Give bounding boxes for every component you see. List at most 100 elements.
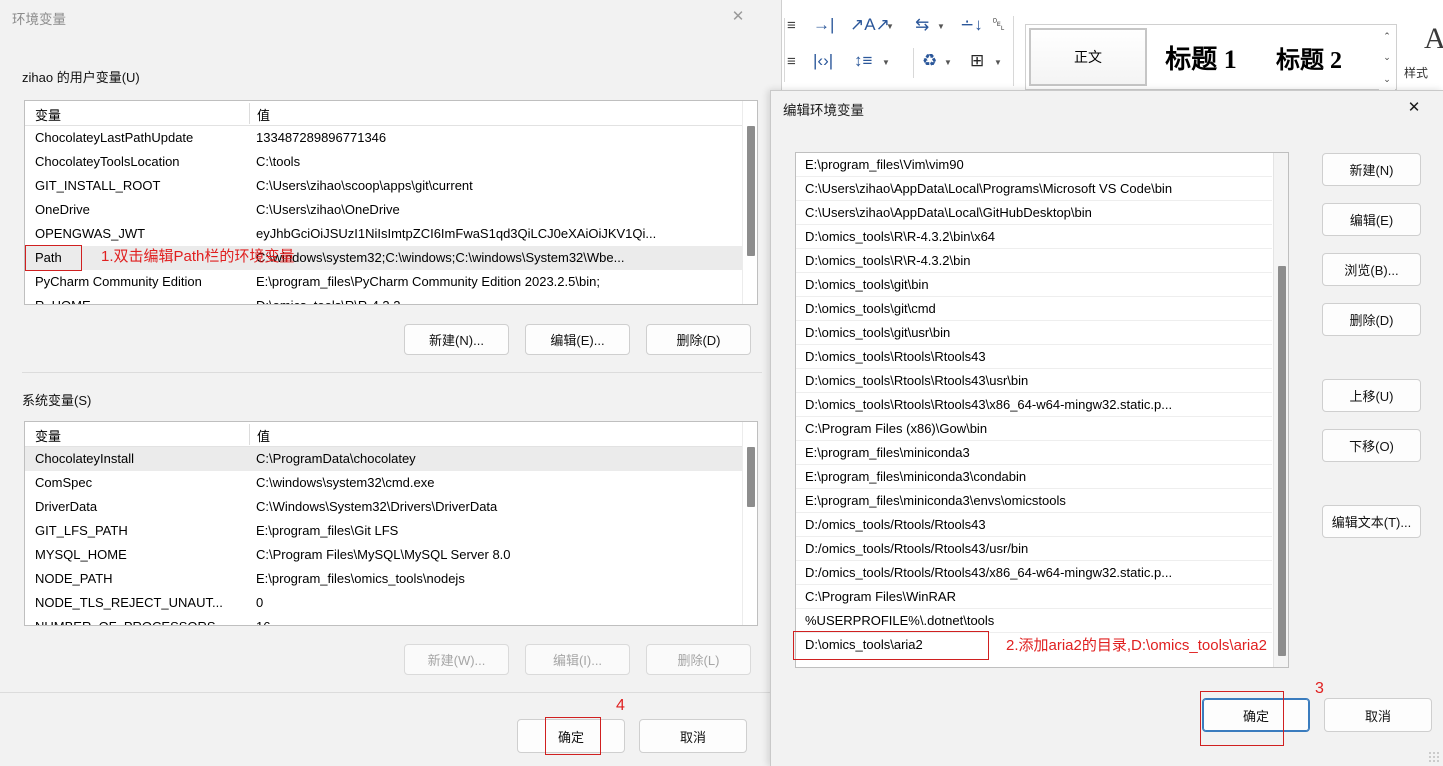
close-icon[interactable]: ✕ [715, 0, 761, 32]
style-heading-2[interactable]: 标题 2 [1255, 28, 1363, 86]
list-item[interactable]: E:\program_files\Vim\vim90 [796, 153, 1272, 177]
list-item[interactable]: C:\Users\zihao\AppData\Local\GitHubDeskt… [796, 201, 1272, 225]
list-item[interactable]: D:/omics_tools/Rtools/Rtools43 [796, 513, 1272, 537]
list-item[interactable]: D:/omics_tools/Rtools/Rtools43/usr/bin [796, 537, 1272, 561]
user-delete-button[interactable]: 删除(D) [646, 324, 751, 355]
show-formatting-marks-icon[interactable]: ␡ [992, 16, 1006, 33]
list-item[interactable]: D:\omics_tools\Rtools\Rtools43 [796, 345, 1272, 369]
table-row[interactable]: PyCharm Community Edition E:\program_file… [25, 270, 757, 294]
edit-cancel-button[interactable]: 取消 [1324, 698, 1432, 732]
gallery-scroll-up-icon[interactable]: ⌃ [1383, 31, 1391, 42]
borders-icon[interactable]: ⊞ ▼ [970, 52, 1002, 69]
user-variables-list[interactable]: 变量 值 ChocolateyLastPathUpdate 13348728989… [24, 100, 758, 305]
user-list-rows[interactable]: ChocolateyLastPathUpdate 1334872898967713… [25, 126, 757, 304]
user-list-scrollbar[interactable] [742, 101, 757, 304]
path-entries-list[interactable]: E:\program_files\Vim\vim90 C:\Users\zihao… [795, 152, 1289, 668]
variable-value-cell: C:\Program Files\MySQL\MySQL Server 8.0 [256, 547, 511, 562]
variable-value-cell: D:\omics_tools\R\R-4.3.2 [256, 294, 753, 304]
styles-gallery[interactable]: 正文 标题 1 标题 2 ⌃ ⌄ ⌄ [1025, 24, 1397, 90]
system-new-button[interactable]: 新建(W)... [404, 644, 509, 675]
path-delete-button[interactable]: 删除(D) [1322, 303, 1421, 336]
list-item[interactable]: E:\program_files\miniconda3\envs\omicsto… [796, 489, 1272, 513]
env-ok-button[interactable]: 确定 [517, 719, 625, 753]
list-item[interactable]: %USERPROFILE%\.dotnet\tools [796, 609, 1272, 633]
system-list-scrollbar[interactable] [742, 422, 757, 625]
path-list-scroll-thumb[interactable] [1278, 266, 1286, 656]
system-delete-button[interactable]: 删除(L) [646, 644, 751, 675]
edit-environment-variable-dialog: 编辑环境变量 ✕ E:\program_files\Vim\vim90 C:\Us… [770, 90, 1443, 766]
table-row[interactable]: NODE_TLS_REJECT_UNAUT... 0 [25, 591, 757, 615]
edit-ok-button[interactable]: 确定 [1202, 698, 1310, 732]
increase-indent-icon[interactable]: →| [813, 16, 834, 33]
text-effects-icon[interactable]: ↗A↗ ▼ [850, 16, 894, 33]
path-new-button[interactable]: 新建(N) [1322, 153, 1421, 186]
env-cancel-button[interactable]: 取消 [639, 719, 747, 753]
user-new-button[interactable]: 新建(N)... [404, 324, 509, 355]
line-spacing-icon[interactable]: ↕≡ ▼ [854, 52, 890, 69]
gallery-scroll-down-icon[interactable]: ⌄ [1383, 52, 1391, 63]
table-row[interactable]: ComSpec C:\windows\system32\cmd.exe [25, 471, 757, 495]
list-item[interactable]: C:\Users\zihao\AppData\Local\Programs\Mi… [796, 177, 1272, 201]
list-item[interactable]: E:\program_files\miniconda3 [796, 441, 1272, 465]
user-edit-button[interactable]: 编辑(E)... [525, 324, 630, 355]
variable-name-cell: NUMBER_OF_PROCESSORS [35, 615, 253, 625]
table-row[interactable]: ChocolateyInstall C:\ProgramData\chocolat… [25, 447, 757, 471]
paragraph-mark-icon[interactable]: |‹›| [813, 52, 833, 69]
list-item[interactable]: D:\omics_tools\R\R-4.3.2\bin [796, 249, 1272, 273]
path-move-down-button[interactable]: 下移(O) [1322, 429, 1421, 462]
system-edit-button[interactable]: 编辑(I)... [525, 644, 630, 675]
system-list-scroll-thumb[interactable] [747, 447, 755, 507]
list-item[interactable]: D:/omics_tools/Rtools/Rtools43/x86_64-w6… [796, 561, 1272, 585]
path-move-up-button[interactable]: 上移(U) [1322, 379, 1421, 412]
close-icon[interactable]: ✕ [1391, 91, 1437, 123]
environment-variables-dialog: 环境变量 ✕ zihao 的用户变量(U) 变量 值 ChocolateyLas… [0, 0, 782, 766]
table-row[interactable]: OneDrive C:\Users\zihao\OneDrive [25, 198, 757, 222]
table-row[interactable]: GIT_LFS_PATH E:\program_files\Git LFS [25, 519, 757, 543]
list-item[interactable]: C:\Program Files\WinRAR [796, 585, 1272, 609]
style-heading-1[interactable]: 标题 1 [1147, 28, 1255, 86]
path-entries-rows[interactable]: E:\program_files\Vim\vim90 C:\Users\zihao… [796, 153, 1272, 667]
table-row[interactable]: NUMBER_OF_PROCESSORS16 [25, 615, 757, 625]
table-row[interactable]: OPENGWAS_JWT eyJhbGciOiJSUzI1NiIsImtpZCI6… [25, 222, 757, 246]
resize-grip-icon[interactable] [1428, 751, 1440, 763]
list-item[interactable]: D:\omics_tools\Rtools\Rtools43\usr\bin [796, 369, 1272, 393]
list-item[interactable]: D:\omics_tools\git\cmd [796, 297, 1272, 321]
path-entry-editing-input[interactable]: D:\omics_tools\aria2 [796, 633, 1272, 657]
list-item[interactable]: D:\omics_tools\R\R-4.3.2\bin\x64 [796, 225, 1272, 249]
system-edit-button-label: 编辑(I)... [552, 653, 603, 668]
table-row[interactable]: ChocolateyLastPathUpdate 1334872898967713… [25, 126, 757, 150]
list-numbering-icon[interactable]: ≡ [787, 54, 796, 69]
table-row[interactable]: MYSQL_HOME C:\Program Files\MySQL\MySQL S… [25, 543, 757, 567]
list-item[interactable]: D:\omics_tools\git\bin [796, 273, 1272, 297]
list-item[interactable]: C:\Program Files (x86)\Gow\bin [796, 417, 1272, 441]
text-direction-icon[interactable]: ⇆ ▼ [915, 16, 945, 33]
sort-icon[interactable]: ∸↓ [960, 16, 983, 33]
path-edit-button[interactable]: 编辑(E) [1322, 203, 1421, 236]
variable-name-cell: R_HOME [35, 294, 253, 304]
table-row[interactable]: DriverData C:\Windows\System32\Drivers\Dr… [25, 495, 757, 519]
env-cancel-button-label: 取消 [679, 729, 706, 745]
styles-gallery-scroll[interactable]: ⌃ ⌄ ⌄ [1379, 26, 1395, 90]
path-browse-button[interactable]: 浏览(B)... [1322, 253, 1421, 286]
table-row[interactable]: ChocolateyToolsLocation C:\tools [25, 150, 757, 174]
list-item[interactable]: D:\omics_tools\git\usr\bin [796, 321, 1272, 345]
shading-icon[interactable]: ♻ ▼ [922, 52, 952, 69]
list-item[interactable]: D:\omics_tools\Rtools\Rtools43\x86_64-w6… [796, 393, 1272, 417]
system-list-rows[interactable]: ChocolateyInstall C:\ProgramData\chocolat… [25, 447, 757, 625]
styles-pane-icon[interactable]: A [1424, 22, 1443, 56]
variable-name-cell: ComSpec [35, 475, 93, 490]
path-edit-text-button[interactable]: 编辑文本(T)... [1322, 505, 1421, 538]
list-bullets-icon[interactable]: ≡ [787, 18, 796, 33]
table-row[interactable]: NODE_PATH E:\program_files\omics_tools\no… [25, 567, 757, 591]
variable-name-cell: PyCharm Community Edition [35, 274, 202, 289]
table-row[interactable]: GIT_INSTALL_ROOT C:\Users\zihao\scoop\app… [25, 174, 757, 198]
system-variables-list[interactable]: 变量 值 ChocolateyInstall C:\ProgramData\cho… [24, 421, 758, 626]
user-list-scroll-thumb[interactable] [747, 126, 755, 256]
style-normal[interactable]: 正文 [1029, 28, 1147, 86]
table-row[interactable]: R_HOMED:\omics_tools\R\R-4.3.2 [25, 294, 757, 304]
variable-value-cell: 16 [256, 615, 753, 625]
list-item[interactable]: E:\program_files\miniconda3\condabin [796, 465, 1272, 489]
gallery-more-icon[interactable]: ⌄ [1383, 74, 1391, 85]
path-list-scrollbar[interactable] [1273, 153, 1288, 667]
table-row[interactable]: Path C:\windows\system32;C:\windows;C:\wi… [25, 246, 757, 270]
